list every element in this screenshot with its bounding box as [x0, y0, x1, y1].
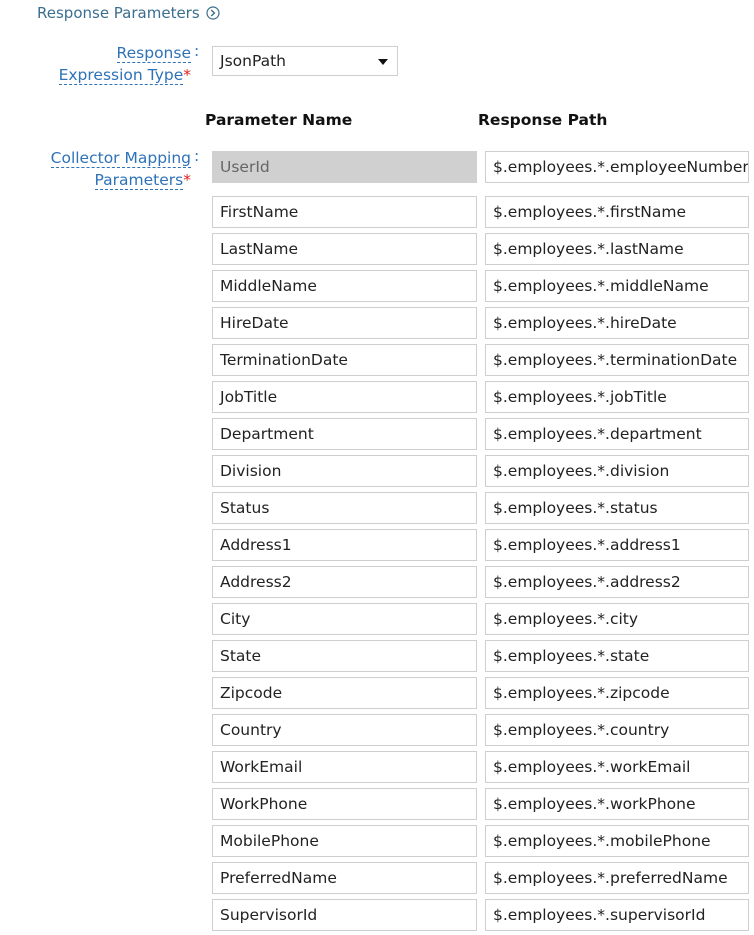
parameter-name-field: UserId [212, 151, 477, 183]
expression-type-label: Response Expression Type* [58, 42, 191, 86]
response-path-field[interactable]: $.employees.*.zipcode [485, 677, 749, 709]
response-path-field[interactable]: $.employees.*.address2 [485, 566, 749, 598]
response-path-field[interactable]: $.employees.*.hireDate [485, 307, 749, 339]
parameter-name-field[interactable]: Department [212, 418, 477, 450]
collector-mapping-label-line1: Collector Mapping [50, 149, 191, 168]
response-path-field[interactable]: $.employees.*.terminationDate [485, 344, 749, 376]
parameter-name-field[interactable]: FirstName [212, 196, 477, 228]
parameter-name-field[interactable]: WorkPhone [212, 788, 477, 820]
parameter-name-field[interactable]: Country [212, 714, 477, 746]
expression-type-label-line1: Response [116, 44, 191, 63]
expression-type-select[interactable]: JsonPath [212, 46, 398, 76]
label-colon: : [194, 42, 200, 60]
parameter-name-field[interactable]: MiddleName [212, 270, 477, 302]
parameter-name-field[interactable]: MobilePhone [212, 825, 477, 857]
parameter-name-field[interactable]: SupervisorId [212, 899, 477, 931]
column-header-response-path: Response Path [478, 111, 608, 129]
column-header-parameter-name: Parameter Name [205, 111, 353, 129]
response-path-field[interactable]: $.employees.*.middleName [485, 270, 749, 302]
caret-down-icon [378, 59, 388, 65]
label-colon: : [194, 147, 200, 165]
response-path-field[interactable]: $.employees.*.employeeNumber [485, 151, 749, 183]
parameter-name-field[interactable]: State [212, 640, 477, 672]
response-path-field[interactable]: $.employees.*.firstName [485, 196, 749, 228]
response-path-field[interactable]: $.employees.*.state [485, 640, 749, 672]
required-mark: * [183, 171, 191, 189]
expression-type-selected-value: JsonPath [220, 52, 287, 70]
response-path-field[interactable]: $.employees.*.department [485, 418, 749, 450]
response-path-field[interactable]: $.employees.*.workPhone [485, 788, 749, 820]
collector-mapping-label: Collector Mapping Parameters* [50, 147, 191, 191]
response-path-field[interactable]: $.employees.*.city [485, 603, 749, 635]
parameter-name-field[interactable]: Status [212, 492, 477, 524]
chevron-circle-right-icon [206, 6, 220, 20]
parameter-name-field[interactable]: Division [212, 455, 477, 487]
response-path-field[interactable]: $.employees.*.lastName [485, 233, 749, 265]
section-header-response-parameters[interactable]: Response Parameters [37, 3, 220, 23]
response-path-field[interactable]: $.employees.*.status [485, 492, 749, 524]
response-path-field[interactable]: $.employees.*.preferredName [485, 862, 749, 894]
required-mark: * [183, 66, 191, 84]
expression-type-label-line2: Expression Type [58, 66, 184, 85]
parameter-name-field[interactable]: Address1 [212, 529, 477, 561]
parameter-name-field[interactable]: Address2 [212, 566, 477, 598]
response-path-field[interactable]: $.employees.*.workEmail [485, 751, 749, 783]
parameter-name-field[interactable]: City [212, 603, 477, 635]
response-path-field[interactable]: $.employees.*.division [485, 455, 749, 487]
response-path-field[interactable]: $.employees.*.address1 [485, 529, 749, 561]
parameter-name-field[interactable]: Zipcode [212, 677, 477, 709]
parameter-name-field[interactable]: PreferredName [212, 862, 477, 894]
section-title: Response Parameters [37, 4, 200, 22]
parameter-name-field[interactable]: LastName [212, 233, 477, 265]
parameter-name-field[interactable]: WorkEmail [212, 751, 477, 783]
parameter-name-field[interactable]: HireDate [212, 307, 477, 339]
parameter-name-field[interactable]: JobTitle [212, 381, 477, 413]
response-path-field[interactable]: $.employees.*.mobilePhone [485, 825, 749, 857]
parameter-name-field[interactable]: TerminationDate [212, 344, 477, 376]
response-path-field[interactable]: $.employees.*.jobTitle [485, 381, 749, 413]
collector-mapping-label-line2: Parameters [94, 171, 184, 190]
response-path-field[interactable]: $.employees.*.country [485, 714, 749, 746]
response-path-field[interactable]: $.employees.*.supervisorId [485, 899, 749, 931]
